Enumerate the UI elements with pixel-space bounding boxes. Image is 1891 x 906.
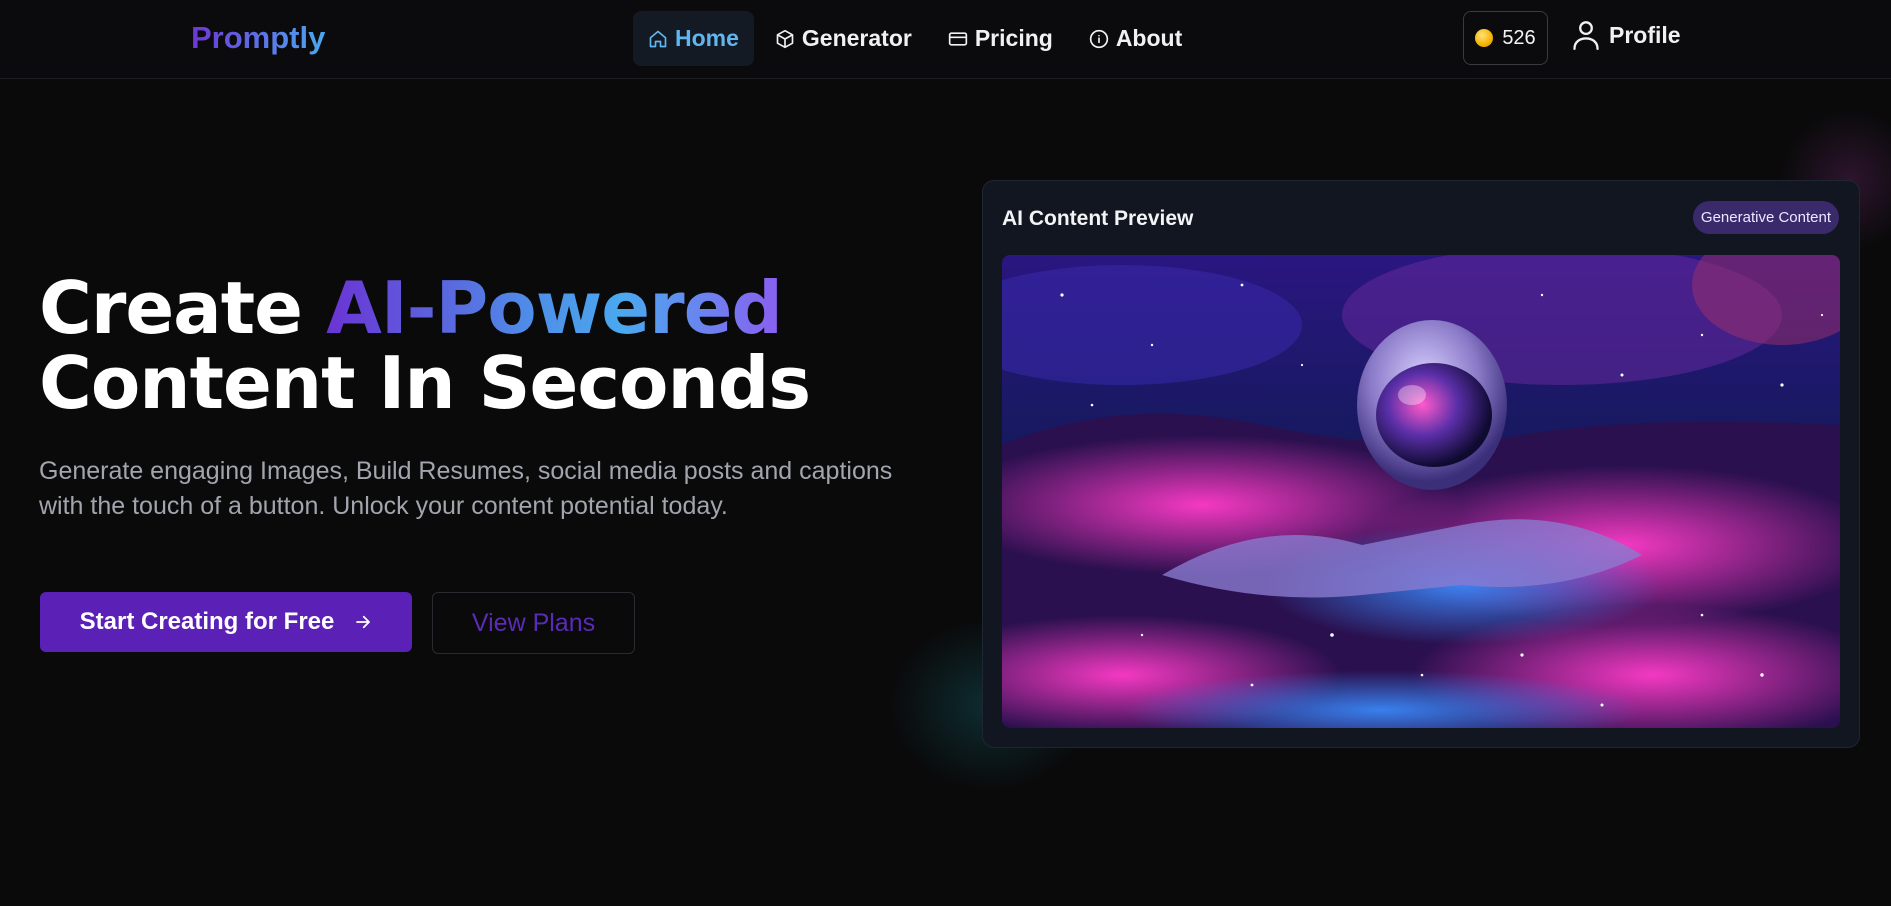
user-icon: [1573, 21, 1599, 50]
credits-count: 526: [1502, 26, 1536, 49]
top-navbar: Promptly Home Generator Pricing About 52…: [0, 0, 1891, 79]
headline-plain: Create: [39, 266, 327, 350]
cube-icon: [776, 29, 794, 48]
profile-label: Profile: [1609, 21, 1681, 48]
astronaut-in-cosmic-nebula-image: [1002, 255, 1840, 728]
credits-badge[interactable]: 526: [1463, 11, 1548, 65]
ai-content-preview-card: AI Content Preview Generative Content: [982, 180, 1860, 748]
nav-home-label: Home: [675, 25, 739, 51]
main-nav: Home Generator Pricing About: [633, 11, 1197, 66]
nav-about-label: About: [1115, 25, 1183, 51]
nav-pricing[interactable]: Pricing: [933, 11, 1068, 66]
view-plans-button[interactable]: View Plans: [432, 592, 635, 654]
hero-headline: Create AI-Powered Content In Seconds: [39, 271, 899, 421]
hero-subtext: Generate engaging Images, Build Resumes,…: [39, 457, 893, 520]
generative-content-badge: Generative Content: [1692, 201, 1839, 234]
view-plans-label: View Plans: [471, 608, 596, 637]
credit-card-icon: [948, 31, 968, 46]
logo[interactable]: Promptly: [191, 20, 325, 56]
nav-home[interactable]: Home: [633, 11, 754, 66]
start-creating-label: Start Creating for Free: [79, 608, 335, 635]
arrow-right-icon: [356, 615, 371, 629]
info-icon: [1089, 29, 1108, 48]
nav-about[interactable]: About: [1074, 11, 1197, 66]
nav-pricing-label: Pricing: [974, 25, 1053, 51]
headline-line2: Content In Seconds: [39, 341, 811, 425]
profile-button[interactable]: Profile: [1572, 20, 1681, 50]
preview-card-title: AI Content Preview: [1002, 207, 1194, 230]
start-creating-button[interactable]: Start Creating for Free: [40, 592, 412, 652]
coin-icon: [1475, 29, 1494, 47]
nav-generator-label: Generator: [801, 25, 912, 51]
home-icon: [649, 30, 667, 47]
headline-highlight: AI-Powered: [326, 266, 783, 350]
nav-generator[interactable]: Generator: [760, 11, 927, 66]
